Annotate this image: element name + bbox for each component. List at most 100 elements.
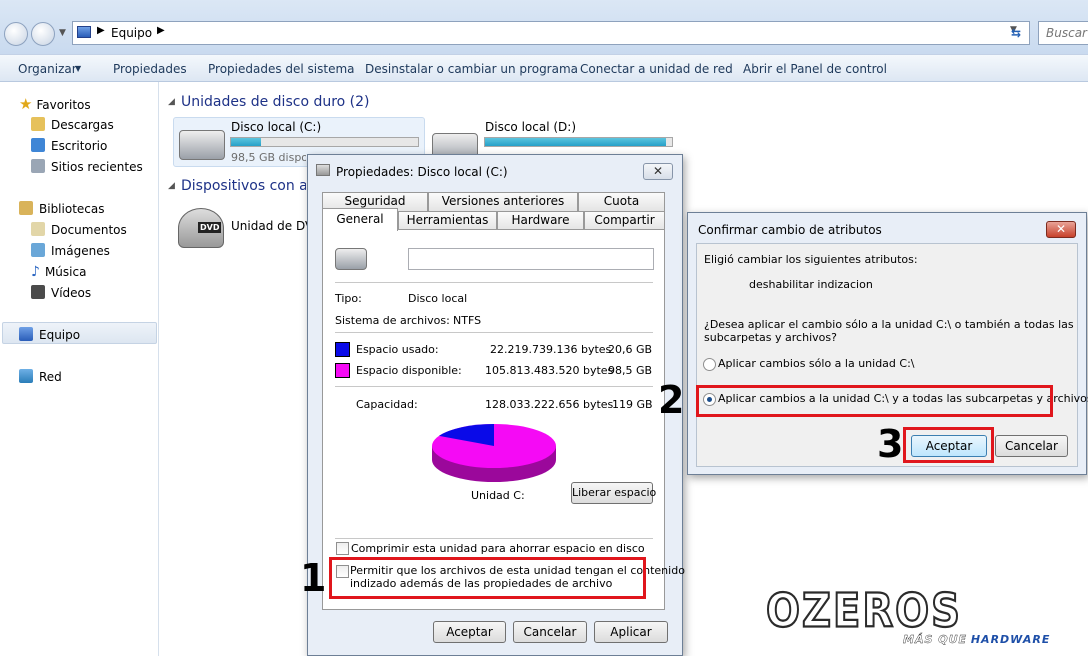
tab-sharing[interactable]: Compartir xyxy=(584,211,665,230)
drive-label-input[interactable] xyxy=(408,248,654,270)
map-drive-button[interactable]: Conectar a unidad de red xyxy=(580,62,733,76)
chevron-right-icon[interactable]: ▶ xyxy=(97,25,105,36)
close-icon[interactable]: ✕ xyxy=(643,163,673,180)
system-properties-button[interactable]: Propiedades del sistema xyxy=(208,62,355,76)
downloads-folder-icon xyxy=(31,117,45,131)
used-color-swatch xyxy=(335,342,350,357)
highlight-box-1 xyxy=(329,557,646,599)
used-label: Espacio usado: xyxy=(356,343,439,356)
confirm-attribute: deshabilitar indizacion xyxy=(749,278,873,291)
tab-previous-versions[interactable]: Versiones anteriores xyxy=(428,192,578,211)
radio-drive-only[interactable] xyxy=(703,358,716,371)
hard-drive-icon xyxy=(179,130,225,160)
drive-d-name[interactable]: Disco local (D:) xyxy=(485,120,576,134)
organize-menu[interactable]: Organizar xyxy=(18,62,77,76)
capacity-label: Capacidad: xyxy=(356,398,418,411)
back-button[interactable] xyxy=(4,22,28,46)
drive-caption: Unidad C: xyxy=(471,489,525,502)
tab-quota[interactable]: Cuota xyxy=(578,192,665,211)
hdd-group-heading[interactable]: Unidades de disco duro (2) xyxy=(181,94,370,110)
separator xyxy=(335,332,653,333)
ok-button[interactable]: Aceptar xyxy=(433,621,506,643)
filesystem-value: NTFS xyxy=(453,314,482,327)
address-field[interactable]: ▶ Equipo ▶ ▼ xyxy=(72,21,1030,45)
music-icon: ♪ xyxy=(31,264,40,280)
watermark-tagline-b: HARDWARE xyxy=(970,633,1051,646)
sidebar-item-videos[interactable]: Vídeos xyxy=(31,285,91,300)
cancel-button[interactable]: Cancelar xyxy=(513,621,587,643)
used-bytes: 22.219.739.136 bytes xyxy=(490,343,612,356)
step-number-2: 2 xyxy=(658,378,685,422)
network-icon xyxy=(19,369,33,383)
step-number-1: 1 xyxy=(300,556,327,600)
separator xyxy=(335,282,653,283)
collapse-triangle-icon[interactable]: ◢ xyxy=(168,181,175,191)
devices-group-heading[interactable]: Dispositivos con al xyxy=(181,178,306,194)
chevron-right-icon[interactable]: ▶ xyxy=(157,25,165,36)
compress-label: Comprimir esta unidad para ahorrar espac… xyxy=(351,542,645,555)
step-number-3: 3 xyxy=(877,422,904,466)
sidebar-item-network[interactable]: Red xyxy=(19,369,62,384)
type-value: Disco local xyxy=(408,292,468,305)
watermark-logo: OZEROS xyxy=(765,584,962,639)
sidebar-item-libraries[interactable]: Bibliotecas xyxy=(19,201,104,216)
dvd-drive-name[interactable]: Unidad de DVD xyxy=(231,219,307,233)
search-input[interactable]: Buscar E xyxy=(1038,21,1088,45)
drive-c-usage-bar xyxy=(230,137,419,147)
sidebar-item-desktop[interactable]: Escritorio xyxy=(31,138,107,153)
sidebar-item-favorites[interactable]: ★ Favoritos xyxy=(19,95,91,113)
close-icon[interactable]: ✕ xyxy=(1046,221,1076,238)
disk-usage-pie xyxy=(432,424,556,482)
sidebar-item-recent[interactable]: Sitios recientes xyxy=(31,159,143,174)
filesystem-label: Sistema de archivos: xyxy=(335,314,450,327)
disk-cleanup-button[interactable]: Liberar espacio xyxy=(571,482,656,504)
drive-title-icon xyxy=(316,164,330,176)
free-bytes: 105.813.483.520 bytes xyxy=(485,364,614,377)
collapse-triangle-icon[interactable]: ◢ xyxy=(168,97,175,107)
forward-button[interactable] xyxy=(31,22,55,46)
history-dropdown-icon[interactable]: ▼ xyxy=(59,28,66,38)
dvd-badge: DVD xyxy=(198,222,222,233)
watermark-tagline: MÁS QUE HARDWARE xyxy=(903,632,1050,646)
images-icon xyxy=(31,243,45,257)
sidebar-item-computer[interactable]: Equipo xyxy=(19,327,80,342)
uninstall-button[interactable]: Desinstalar o cambiar un programa xyxy=(365,62,578,76)
recent-places-icon xyxy=(31,159,45,173)
properties-title: Propiedades: Disco local (C:) xyxy=(336,165,508,179)
hard-drive-icon xyxy=(335,248,367,270)
apply-button[interactable]: Aplicar xyxy=(594,621,668,643)
tab-tools[interactable]: Herramientas xyxy=(398,211,497,230)
sidebar-item-documents[interactable]: Documentos xyxy=(31,222,127,237)
drive-c-free-text: 98,5 GB dispon xyxy=(231,151,306,164)
confirm-cancel-button[interactable]: Cancelar xyxy=(995,435,1068,457)
libraries-icon xyxy=(19,201,33,215)
free-color-swatch xyxy=(335,363,350,378)
confirm-intro: Eligió cambiar los siguientes atributos: xyxy=(704,253,918,266)
drive-c-usage-fill xyxy=(231,138,261,146)
control-panel-button[interactable]: Abrir el Panel de control xyxy=(743,62,887,76)
capacity-gb: 119 GB xyxy=(612,398,653,411)
compress-checkbox[interactable] xyxy=(336,542,349,555)
used-gb: 20,6 GB xyxy=(608,343,653,356)
drive-d-usage-bar xyxy=(484,137,673,147)
tab-general[interactable]: General xyxy=(322,208,398,231)
radio-drive-only-label: Aplicar cambios sólo a la unidad C:\ xyxy=(718,357,915,370)
free-gb: 98,5 GB xyxy=(608,364,653,377)
documents-icon xyxy=(31,222,45,236)
highlight-box-3 xyxy=(903,427,994,463)
confirm-question-line2: subcarpetas y archivos? xyxy=(704,331,837,344)
star-icon: ★ xyxy=(19,95,33,113)
tab-hardware[interactable]: Hardware xyxy=(497,211,584,230)
confirm-question-line1: ¿Desea aplicar el cambio sólo a la unida… xyxy=(704,318,1074,331)
properties-button[interactable]: Propiedades xyxy=(113,62,187,76)
refresh-icon[interactable]: ⇆ xyxy=(1011,26,1021,40)
separator xyxy=(335,538,653,539)
chevron-down-icon[interactable]: ▼ xyxy=(75,64,81,73)
address-path[interactable]: Equipo xyxy=(111,26,152,40)
computer-icon xyxy=(77,26,91,38)
drive-d-usage-fill xyxy=(485,138,667,146)
sidebar-item-downloads[interactable]: Descargas xyxy=(31,117,114,132)
sidebar-item-images[interactable]: Imágenes xyxy=(31,243,110,258)
free-label: Espacio disponible: xyxy=(356,364,462,377)
sidebar-item-music[interactable]: ♪ Música xyxy=(31,264,86,280)
